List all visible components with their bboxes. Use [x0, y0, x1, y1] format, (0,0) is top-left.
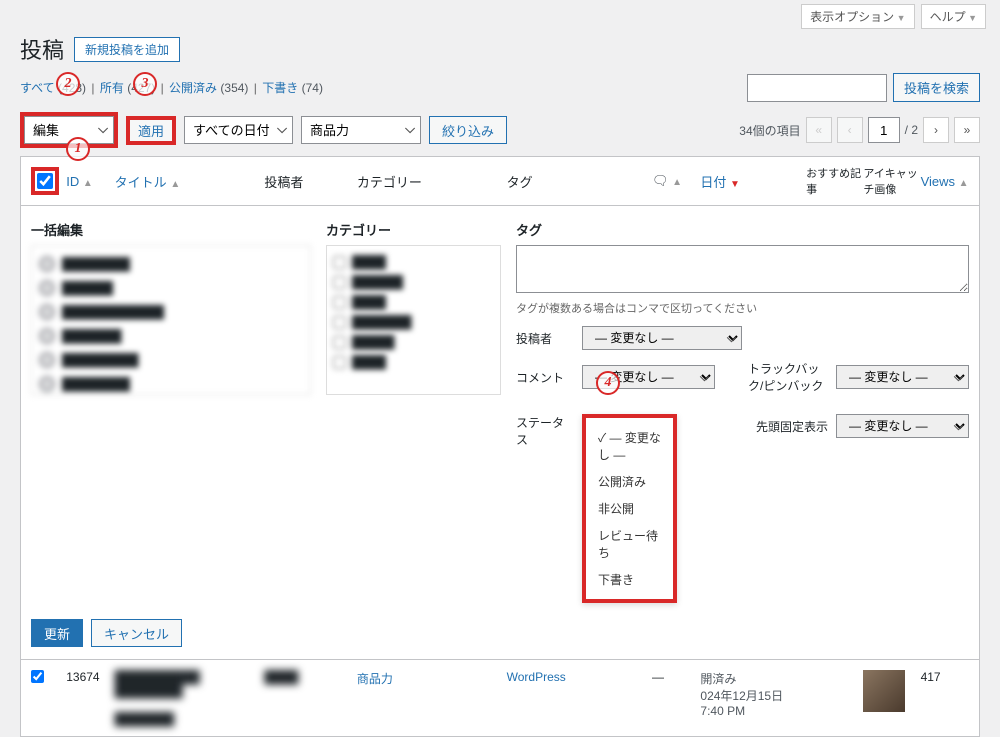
- col-tag[interactable]: タグ: [507, 172, 652, 191]
- bulk-comment-label: コメント: [516, 369, 572, 386]
- post-title[interactable]: █████████████████████████: [115, 670, 265, 726]
- bulk-category-list[interactable]: ████ ██████ ████ ███████ █████ ████: [326, 245, 501, 395]
- page-title: 投稿: [20, 33, 64, 65]
- filter-mine-link[interactable]: 所有: [100, 81, 124, 95]
- apply-bulk-action-button[interactable]: 適用: [126, 116, 176, 145]
- bulk-trackback-label: トラックバック/ピンバック: [748, 360, 828, 394]
- bulk-cancel-button[interactable]: キャンセル: [91, 619, 182, 647]
- prev-page-button[interactable]: ‹: [837, 117, 863, 143]
- post-date: 開済み024年12月15日 7:40 PM: [700, 670, 806, 718]
- bulk-update-button[interactable]: 更新: [31, 619, 83, 647]
- bulk-post-list: ✕████████ ✕██████ ✕████████████ ✕███████…: [31, 245, 311, 395]
- annotation-marker-2: 2: [56, 72, 80, 96]
- help-button[interactable]: ヘルプ: [921, 4, 986, 29]
- filter-published-link[interactable]: 公開済み: [169, 81, 217, 95]
- bulk-author-select[interactable]: — 変更なし —: [582, 326, 742, 350]
- first-page-button[interactable]: «: [806, 117, 832, 143]
- col-id[interactable]: ID: [66, 174, 79, 189]
- col-thumbnail[interactable]: アイキャッチ画像: [863, 165, 920, 197]
- col-views[interactable]: Views: [921, 174, 955, 189]
- post-tag-link[interactable]: WordPress: [507, 670, 566, 684]
- display-options-button[interactable]: 表示オプション: [801, 4, 914, 29]
- last-page-button[interactable]: »: [954, 117, 980, 143]
- filter-published-count: (354): [220, 81, 248, 95]
- status-option-nochange[interactable]: — 変更なし —: [586, 424, 673, 468]
- bulk-author-label: 投稿者: [516, 330, 572, 347]
- select-all-checkbox[interactable]: [37, 173, 53, 189]
- post-category-link[interactable]: 商品力: [357, 672, 393, 686]
- col-date[interactable]: 日付: [700, 175, 726, 190]
- annotation-marker-4: 4: [596, 371, 620, 395]
- add-new-post-button[interactable]: 新規投稿を追加: [74, 37, 180, 62]
- bulk-edit-panel: 一括編集 ✕████████ ✕██████ ✕████████████ ✕██…: [20, 206, 980, 660]
- date-filter-select[interactable]: すべての日付: [184, 116, 293, 144]
- post-views: 417: [921, 670, 969, 684]
- bulk-status-label: ステータス: [516, 414, 572, 448]
- status-option-pending[interactable]: レビュー待ち: [586, 522, 673, 566]
- filter-button[interactable]: 絞り込み: [429, 116, 507, 144]
- filter-draft-link[interactable]: 下書き: [262, 81, 298, 95]
- item-count: 34個の項目: [739, 122, 800, 139]
- post-author[interactable]: ████: [264, 670, 356, 684]
- total-pages: / 2: [905, 123, 918, 137]
- annotation-marker-1: 1: [66, 137, 90, 161]
- col-title[interactable]: タイトル: [115, 175, 167, 190]
- status-option-published[interactable]: 公開済み: [586, 468, 673, 495]
- bulk-tag-input[interactable]: [516, 245, 969, 293]
- filter-all-link[interactable]: すべて: [20, 81, 55, 95]
- bulk-sticky-label: 先頭固定表示: [756, 418, 828, 435]
- bulk-status-dropdown[interactable]: — 変更なし — 公開済み 非公開 レビュー待ち 下書き: [582, 414, 677, 603]
- post-comments[interactable]: —: [652, 670, 700, 684]
- table-row: 13674 █████████████████████████ ████ 商品力…: [20, 660, 980, 737]
- next-page-button[interactable]: ›: [923, 117, 949, 143]
- bulk-edit-title: 一括編集: [31, 220, 311, 239]
- search-posts-button[interactable]: 投稿を検索: [893, 73, 980, 102]
- bulk-trackback-select[interactable]: — 変更なし —: [836, 365, 969, 389]
- current-page-input[interactable]: [868, 117, 900, 143]
- row-checkbox[interactable]: [31, 670, 44, 683]
- bulk-tag-hint: タグが複数ある場合はコンマで区切ってください: [516, 300, 969, 316]
- col-author[interactable]: 投稿者: [264, 172, 356, 191]
- post-id: 13674: [66, 670, 114, 684]
- bulk-tag-label: タグ: [516, 220, 969, 239]
- post-thumbnail: [863, 670, 920, 712]
- status-option-private[interactable]: 非公開: [586, 495, 673, 522]
- col-recommend[interactable]: おすすめ記事: [806, 165, 863, 197]
- bulk-sticky-select[interactable]: — 変更なし —: [836, 414, 969, 438]
- bulk-category-label: カテゴリー: [326, 220, 501, 239]
- table-header: ID ▲ タイトル ▲ 投稿者 カテゴリー タグ 🗨 ▲ 日付 ▼ おすすめ記事…: [20, 156, 980, 206]
- col-comment[interactable]: 🗨 ▲: [652, 173, 700, 189]
- status-option-draft[interactable]: 下書き: [586, 566, 673, 593]
- category-filter-select[interactable]: 商品力: [301, 116, 421, 144]
- col-category[interactable]: カテゴリー: [357, 172, 507, 191]
- filter-draft-count: (74): [302, 81, 323, 95]
- annotation-marker-3: 3: [133, 72, 157, 96]
- search-input[interactable]: [747, 74, 887, 102]
